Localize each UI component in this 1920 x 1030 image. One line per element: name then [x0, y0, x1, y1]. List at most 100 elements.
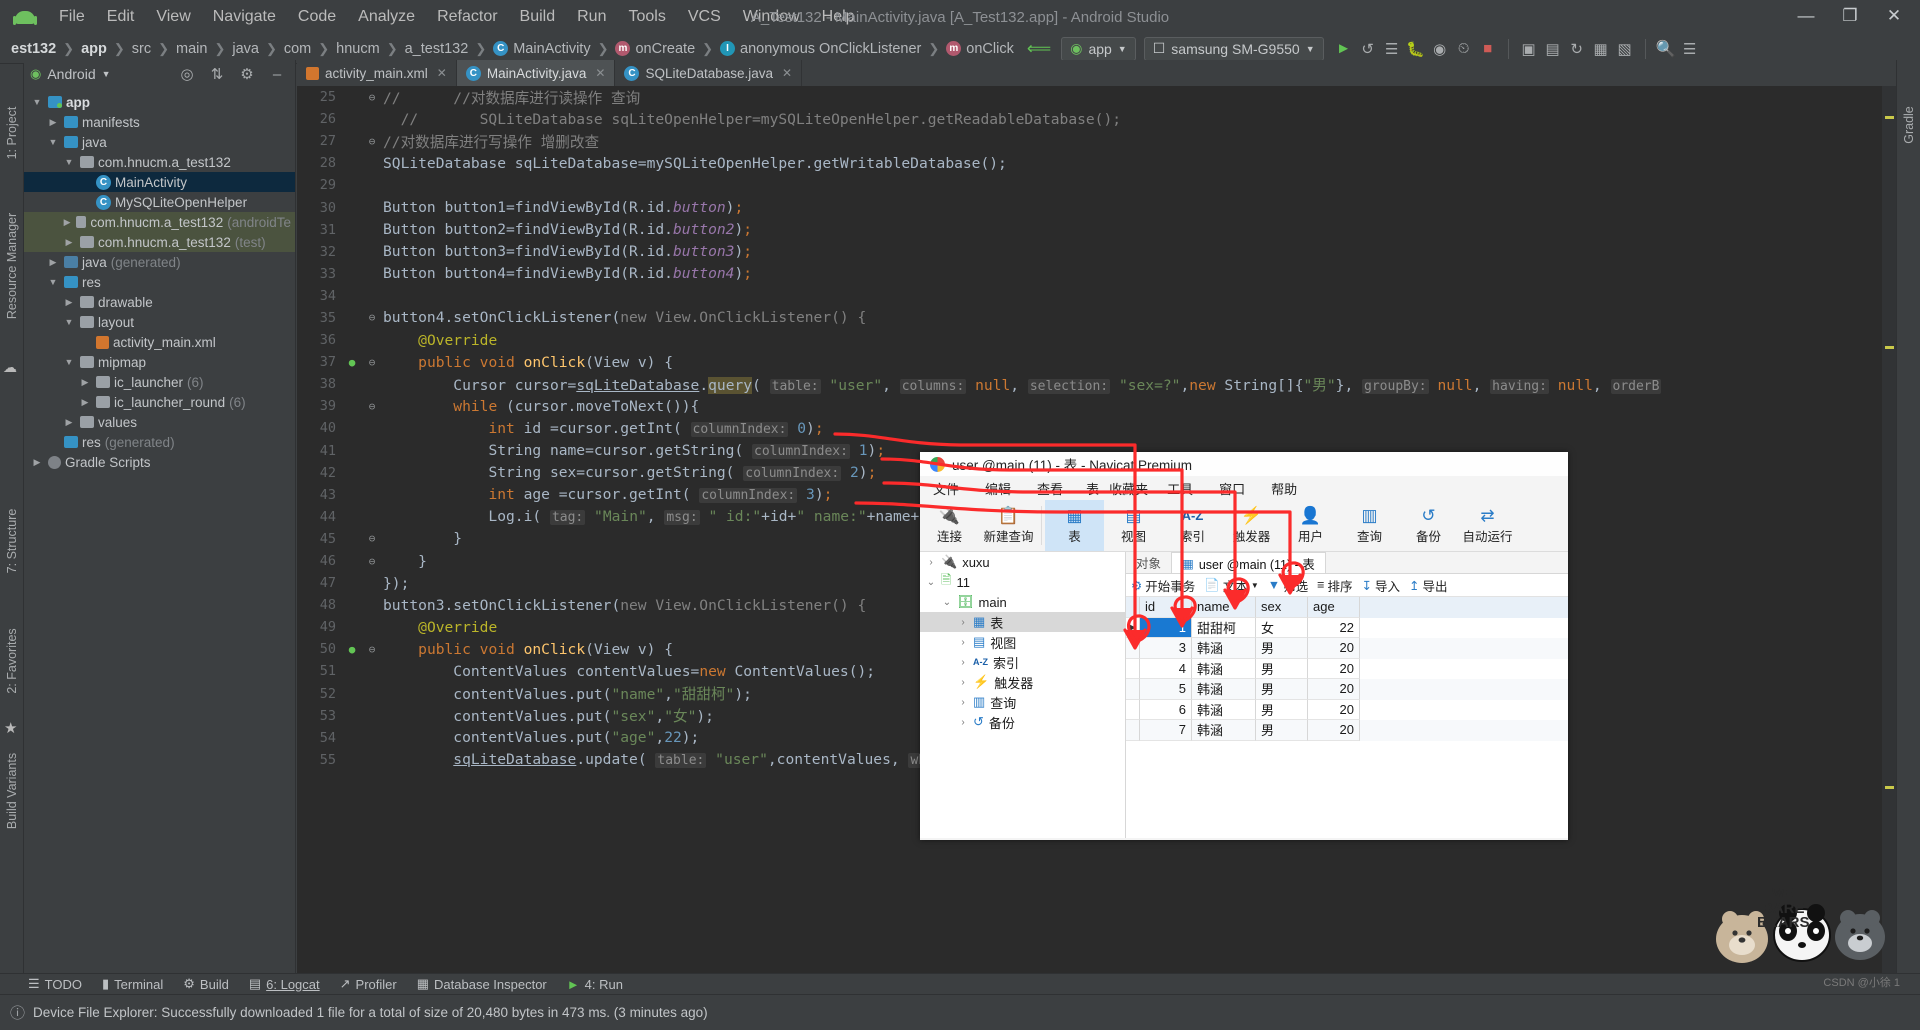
- navicat-tab-user-table[interactable]: ▦ user @main (11) - 表: [1171, 552, 1326, 573]
- cell-sex[interactable]: 男: [1256, 679, 1308, 700]
- chevron-down-icon[interactable]: ▼: [30, 97, 44, 107]
- navicat-data-grid[interactable]: id name sex age ▶ 1 甜甜柯女 22 3 韩涵男 20 4 韩涵男 20 5 韩涵男 20 6 韩…: [1126, 597, 1568, 741]
- chevron-right-icon[interactable]: ›: [958, 717, 968, 728]
- logcat-icon[interactable]: ☰: [1380, 37, 1404, 61]
- navicat-menu-edit[interactable]: 编辑: [972, 479, 1024, 498]
- project-tree-item[interactable]: ▶ com.hnucm.a_test132 (test): [24, 232, 295, 252]
- tool-button-database-inspector[interactable]: ▦ Database Inspector: [417, 976, 547, 992]
- navicat-tree-item[interactable]: › A-Z 索引: [920, 652, 1125, 672]
- cell-age[interactable]: 20: [1308, 638, 1360, 659]
- fold-marker[interactable]: ⊖: [361, 356, 383, 369]
- cell-id[interactable]: 6: [1140, 699, 1192, 720]
- navicat-tree-item[interactable]: › ↺ 备份: [920, 712, 1125, 732]
- navicat-menu-view[interactable]: 查看: [1024, 479, 1076, 498]
- close-icon[interactable]: ✕: [595, 66, 605, 80]
- navicat-ribbon-backup[interactable]: ↺ 备份: [1399, 500, 1458, 551]
- attach-debugger-icon[interactable]: ◉: [1428, 37, 1452, 61]
- navicat-ribbon-query[interactable]: ▥ 查询: [1340, 500, 1399, 551]
- tool-button-run[interactable]: ► 4: Run: [567, 977, 623, 992]
- fold-marker[interactable]: ⊖: [361, 400, 383, 413]
- navicat-ribbon-automation[interactable]: ⇄ 自动运行: [1458, 500, 1517, 551]
- breadcrumb-item-0[interactable]: est132: [11, 41, 56, 57]
- cell-id[interactable]: 5: [1140, 679, 1192, 700]
- breadcrumb-item-4[interactable]: java: [232, 41, 259, 57]
- row-selector[interactable]: [1126, 658, 1140, 679]
- editor-tab[interactable]: C SQLiteDatabase.java ✕: [615, 60, 803, 86]
- cell-sex[interactable]: 女: [1256, 617, 1308, 638]
- project-tree-item[interactable]: ▶ values: [24, 412, 295, 432]
- cell-id[interactable]: 7: [1140, 720, 1192, 741]
- minimize-button[interactable]: —: [1786, 2, 1826, 30]
- chevron-right-icon[interactable]: ▶: [62, 217, 72, 228]
- tool-button-build-variants[interactable]: Build Variants: [5, 721, 19, 861]
- cell-name[interactable]: 韩涵: [1192, 679, 1256, 700]
- table-row[interactable]: ▶ 1 甜甜柯女 22: [1126, 617, 1568, 638]
- project-tree-item[interactable]: ▶ drawable: [24, 292, 295, 312]
- device-selector[interactable]: ☐ samsung SM-G9550 ▼: [1143, 36, 1324, 61]
- tool-button-profiler[interactable]: ↗ Profiler: [340, 976, 397, 992]
- navicat-menu-help[interactable]: 帮助: [1258, 479, 1310, 498]
- row-selector[interactable]: [1126, 699, 1140, 720]
- navicat-ribbon-index[interactable]: A-Z 索引: [1163, 500, 1222, 551]
- search-icon[interactable]: 🔍: [1654, 37, 1678, 61]
- sync-gradle-icon[interactable]: ↻: [1565, 37, 1589, 61]
- chevron-down-icon[interactable]: ▼: [62, 357, 76, 367]
- cell-age[interactable]: 22: [1308, 617, 1360, 638]
- cell-id[interactable]: 3: [1140, 638, 1192, 659]
- module-selector[interactable]: ◉ app ▼: [1061, 36, 1136, 61]
- project-tree-item[interactable]: ▶ com.hnucm.a_test132 (androidTe: [24, 212, 295, 232]
- tool-button-favorites[interactable]: 2: Favorites: [5, 601, 19, 721]
- maximize-button[interactable]: ❐: [1830, 2, 1870, 30]
- chevron-right-icon[interactable]: ▶: [78, 377, 92, 388]
- project-tree-item[interactable]: C MainActivity: [24, 172, 295, 192]
- profiler-icon[interactable]: ⏲: [1452, 37, 1476, 61]
- breadcrumb-item-6[interactable]: hnucm: [336, 41, 380, 57]
- layers-icon[interactable]: ☁: [3, 359, 17, 376]
- menu-item-help[interactable]: Help: [811, 5, 866, 29]
- breadcrumb-item-3[interactable]: main: [176, 41, 207, 57]
- project-tree-item[interactable]: activity_main.xml: [24, 332, 295, 352]
- grid-column-header-sex[interactable]: sex: [1256, 597, 1308, 618]
- cell-sex[interactable]: 男: [1256, 658, 1308, 679]
- menu-item-build[interactable]: Build: [509, 5, 567, 29]
- stop-icon[interactable]: ■: [1476, 37, 1500, 61]
- device-explorer-icon[interactable]: ▧: [1613, 37, 1637, 61]
- cell-name[interactable]: 甜甜柯: [1192, 617, 1256, 638]
- build-arrow-icon[interactable]: ⟸: [1027, 39, 1051, 59]
- project-tree-item[interactable]: ▶ java (generated): [24, 252, 295, 272]
- fold-marker[interactable]: ⊖: [361, 643, 383, 656]
- breadcrumb-item-7[interactable]: a_test132: [405, 41, 469, 57]
- breakpoint-gutter[interactable]: ●: [343, 643, 361, 656]
- chevron-right-icon[interactable]: ›: [958, 697, 968, 708]
- close-button[interactable]: ✕: [1874, 2, 1914, 30]
- fold-marker[interactable]: ⊖: [361, 532, 383, 545]
- text-view-button[interactable]: 📄 文本 ▼: [1204, 576, 1259, 595]
- navicat-tree-item[interactable]: › 🔌 xuxu: [920, 552, 1125, 572]
- cell-sex[interactable]: 男: [1256, 699, 1308, 720]
- navicat-ribbon-user[interactable]: 👤 用户: [1281, 500, 1340, 551]
- chevron-right-icon[interactable]: ▶: [46, 117, 60, 128]
- navicat-menu-window[interactable]: 窗口: [1206, 479, 1258, 498]
- menu-icon[interactable]: ☰: [1678, 37, 1702, 61]
- target-icon[interactable]: ◎: [175, 62, 199, 86]
- collapse-all-icon[interactable]: ⇅: [205, 62, 229, 86]
- breadcrumb-item-10[interactable]: anonymous OnClickListener: [740, 41, 921, 57]
- tool-button-resource-manager[interactable]: Resource Manager: [5, 191, 19, 341]
- cell-name[interactable]: 韩涵: [1192, 699, 1256, 720]
- menu-item-run[interactable]: Run: [566, 5, 617, 29]
- project-tree-item[interactable]: ▼ res: [24, 272, 295, 292]
- editor-tab[interactable]: C MainActivity.java ✕: [456, 60, 616, 86]
- project-tree-item[interactable]: ▶ manifests: [24, 112, 295, 132]
- navicat-tree-item[interactable]: › ▤ 视图: [920, 632, 1125, 652]
- row-selector[interactable]: [1126, 679, 1140, 700]
- apply-changes-icon[interactable]: ↺: [1356, 37, 1380, 61]
- fold-marker[interactable]: ⊖: [361, 91, 383, 104]
- project-tree-item[interactable]: ▶ Gradle Scripts: [24, 452, 295, 472]
- navicat-menu-tools[interactable]: 工具: [1154, 479, 1206, 498]
- project-tree-item[interactable]: ▼ app: [24, 92, 295, 112]
- cell-name[interactable]: 韩涵: [1192, 720, 1256, 741]
- chevron-right-icon[interactable]: ▶: [30, 457, 44, 468]
- project-tree-item[interactable]: ▶ ic_launcher (6): [24, 372, 295, 392]
- filter-button[interactable]: ▼ 筛选: [1268, 576, 1308, 595]
- navicat-tree-item[interactable]: › ▥ 查询: [920, 692, 1125, 712]
